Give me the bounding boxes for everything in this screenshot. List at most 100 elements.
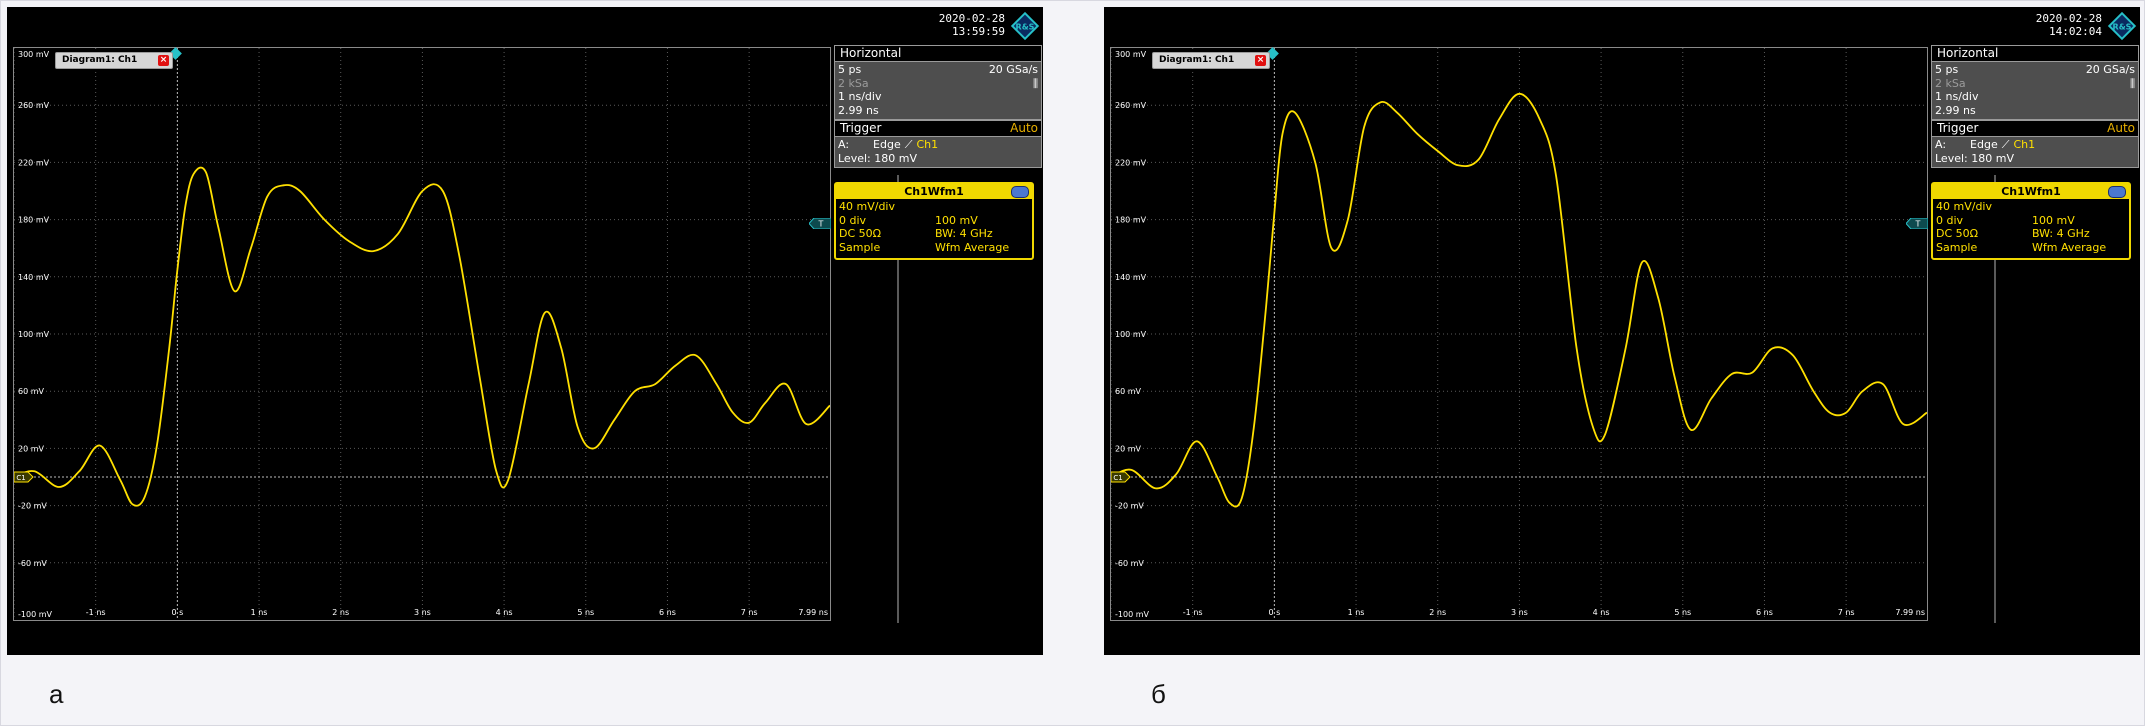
y-tick-label: -20 mV xyxy=(18,502,47,511)
x-tick-label: 3 ns xyxy=(1511,608,1528,617)
x-tick-label: 1 ns xyxy=(251,608,268,617)
x-tick-label: 6 ns xyxy=(659,608,676,617)
scope-screen-b: 2020-02-28 14:02:04 R&S 300 mV 260 mV 220 … xyxy=(1104,7,2140,655)
trigger-title: Trigger xyxy=(840,121,882,135)
horizontal-title: Horizontal xyxy=(834,45,1042,61)
svg-text:T: T xyxy=(818,220,824,229)
x-tick-label: 5 ns xyxy=(577,608,594,617)
y-tick-label: 260 mV xyxy=(18,101,50,110)
y-tick-label: 100 mV xyxy=(18,330,50,339)
caption-b: б xyxy=(1151,679,1166,709)
trigger-body[interactable]: A: Edge ⟋ Ch1 Level: 180 mV xyxy=(1931,136,2139,168)
x-tick-label: 6 ns xyxy=(1756,608,1773,617)
trigger-level: Level: 180 mV xyxy=(838,151,917,165)
offset: 100 mV xyxy=(2032,213,2075,227)
horizontal-panel[interactable]: Horizontal 5 ps 20 GSa/s 2 kSa ⫼ 1 ns/div … xyxy=(834,45,1042,173)
y-tick-label: -20 mV xyxy=(1115,502,1144,511)
x-tick-label: 0 s xyxy=(1268,608,1280,617)
trigger-channel: Ch1 xyxy=(916,138,939,151)
trigger-source: A: xyxy=(838,138,850,151)
horizontal-title: Horizontal xyxy=(1931,45,2139,61)
record-length: 2 kSa xyxy=(1935,76,1966,90)
horizontal-position: 2.99 ns xyxy=(1935,103,1976,117)
y-tick-label: 300 mV xyxy=(1115,50,1147,59)
y-tick-label: 60 mV xyxy=(1115,387,1142,396)
diagram-tab[interactable]: Diagram1: Ch1 × xyxy=(55,52,173,69)
vertical-position: 0 div xyxy=(839,213,867,227)
waveform-title: Ch1Wfm1 xyxy=(1933,184,2129,199)
trigger-type: Edge xyxy=(1970,138,1998,151)
trigger-header: Trigger Auto xyxy=(834,120,1042,136)
y-tick-label: 20 mV xyxy=(1115,444,1142,453)
waveform-diagram[interactable]: 300 mV 260 mV 220 mV 180 mV 140 mV 100 mV 60 m… xyxy=(1110,47,1928,621)
diagram-tab[interactable]: Diagram1: Ch1 × xyxy=(1152,52,1270,69)
rs-logo-icon: R&S xyxy=(1010,11,1040,41)
x-tick-label: 4 ns xyxy=(496,608,513,617)
y-tick-label: 140 mV xyxy=(18,273,50,282)
trigger-level: Level: 180 mV xyxy=(1935,151,2014,165)
diagram-tab-label: Diagram1: Ch1 xyxy=(62,55,138,65)
date: 2020-02-28 xyxy=(2035,12,2102,25)
x-tick-label: 7.99 ns xyxy=(798,608,828,617)
y-tick-label: 220 mV xyxy=(1115,158,1147,167)
acquisition-mode: Sample xyxy=(1936,240,1978,254)
trigger-mode: Auto xyxy=(2107,121,2135,135)
arithmetic-mode: Wfm Average xyxy=(2032,240,2107,254)
time-scale: 1 ns/div xyxy=(1935,90,1979,103)
y-tick-label: 220 mV xyxy=(18,158,50,167)
bandwidth: BW: 4 GHz xyxy=(935,227,993,240)
minimize-button[interactable] xyxy=(1011,186,1029,198)
x-tick-label: -1 ns xyxy=(1183,608,1203,617)
figure-frame: 2020-02-28 13:59:59 R&S 300 mV 260 mV 220 … xyxy=(0,0,2145,726)
y-tick-label: -60 mV xyxy=(1115,559,1144,568)
x-tick-label: -1 ns xyxy=(86,608,106,617)
horizontal-position: 2.99 ns xyxy=(838,103,879,117)
trigger-level-marker[interactable]: T xyxy=(1905,217,1929,230)
x-tick-label: 1 ns xyxy=(1348,608,1365,617)
coupling: DC 50Ω xyxy=(839,227,882,240)
time-scale: 1 ns/div xyxy=(838,90,882,103)
sample-rate: 20 GSa/s xyxy=(988,63,1038,76)
interleave-icon: ⫼ xyxy=(2129,76,2135,90)
x-tick-label: 4 ns xyxy=(1593,608,1610,617)
date: 2020-02-28 xyxy=(938,12,1005,25)
svg-text:R&S: R&S xyxy=(2113,23,2132,32)
arithmetic-mode: Wfm Average xyxy=(935,240,1010,254)
horizontal-panel[interactable]: Horizontal 5 ps 20 GSa/s 2 kSa ⫼ 1 ns/div … xyxy=(1931,45,2139,173)
x-tick-label: 3 ns xyxy=(414,608,431,617)
coupling: DC 50Ω xyxy=(1936,227,1979,240)
caption-a: а xyxy=(49,679,64,709)
waveform-plot: 300 mV 260 mV 220 mV 180 mV 140 mV 100 mV 60 m… xyxy=(1111,48,1927,620)
scope-screen-a: 2020-02-28 13:59:59 R&S 300 mV 260 mV 220 … xyxy=(7,7,1043,655)
trigger-level-marker[interactable]: T xyxy=(808,217,832,230)
rising-edge-icon: ⟋ xyxy=(904,138,913,151)
waveform-diagram[interactable]: 300 mV 260 mV 220 mV 180 mV 140 mV 100 mV 60 m… xyxy=(13,47,831,621)
close-icon[interactable]: × xyxy=(158,55,169,66)
x-tick-label: 7 ns xyxy=(1838,608,1855,617)
y-tick-label: 180 mV xyxy=(18,216,50,225)
y-tick-label: 300 mV xyxy=(18,50,50,59)
close-icon[interactable]: × xyxy=(1255,55,1266,66)
y-tick-label: -60 mV xyxy=(18,559,47,568)
minimize-button[interactable] xyxy=(2108,186,2126,198)
channel-ground-marker: C1 xyxy=(14,471,34,483)
trigger-type: Edge xyxy=(873,138,901,151)
x-tick-label: 7.99 ns xyxy=(1895,608,1925,617)
channel-marker-label: C1 xyxy=(16,474,25,482)
x-tick-label: 2 ns xyxy=(1429,608,1446,617)
datetime: 2020-02-28 14:02:04 xyxy=(1982,12,2102,38)
bandwidth: BW: 4 GHz xyxy=(2032,227,2090,240)
x-tick-label: 5 ns xyxy=(1674,608,1691,617)
waveform-panel[interactable]: Ch1Wfm1 40 mV/div 0 div 100 mV DC 50Ω BW: … xyxy=(834,182,1034,260)
trigger-source: A: xyxy=(1935,138,1947,151)
waveform-panel[interactable]: Ch1Wfm1 40 mV/div 0 div 100 mV DC 50Ω BW: … xyxy=(1931,182,2131,260)
time: 14:02:04 xyxy=(2049,25,2102,38)
trigger-header: Trigger Auto xyxy=(1931,120,2139,136)
trigger-title: Trigger xyxy=(1937,121,1979,135)
time: 13:59:59 xyxy=(952,25,1005,38)
trigger-body[interactable]: A: Edge ⟋ Ch1 Level: 180 mV xyxy=(834,136,1042,168)
channel-ground-marker: C1 xyxy=(1111,471,1131,483)
record-length: 2 kSa xyxy=(838,76,869,90)
rs-logo-icon: R&S xyxy=(2107,11,2137,41)
acquisition-mode: Sample xyxy=(839,240,881,254)
